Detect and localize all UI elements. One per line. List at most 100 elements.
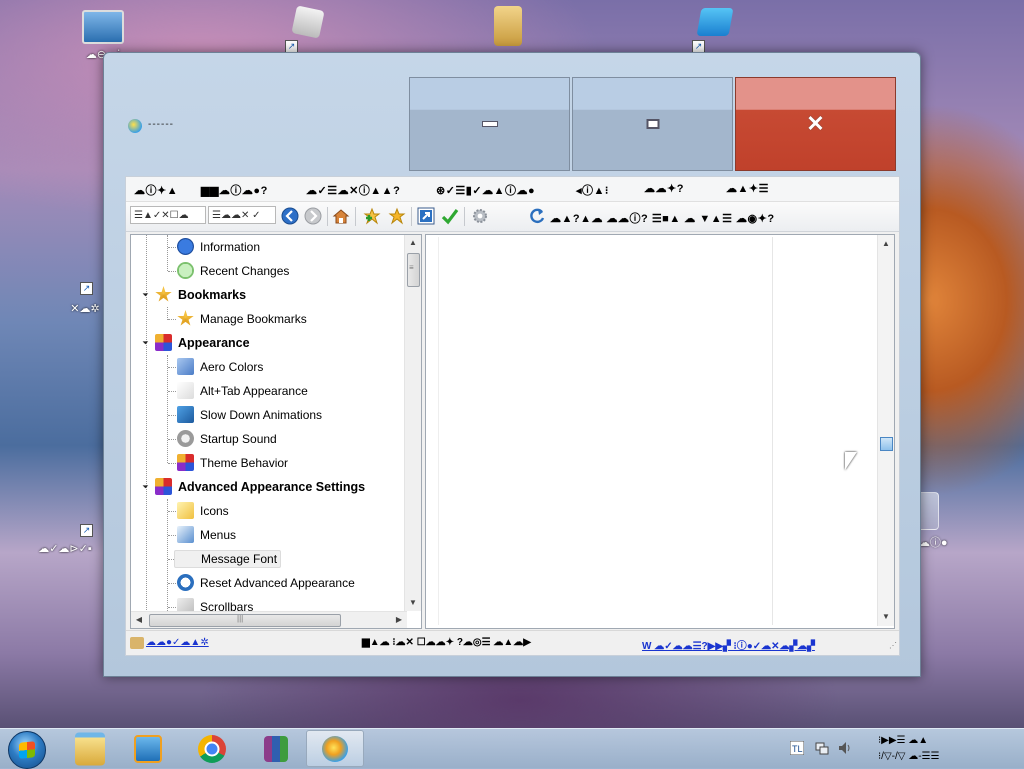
desktop-icon-shortcut-1[interactable]: ↗ — [273, 5, 343, 53]
volume-icon[interactable] — [838, 741, 852, 755]
tree-item-alt-tab-appearance[interactable]: Alt+Tab Appearance — [131, 379, 407, 403]
scroll-down-arrow-icon[interactable]: ▼ — [405, 595, 421, 611]
folder-icon — [75, 732, 105, 765]
taskbar-media-player[interactable] — [119, 730, 177, 767]
collapse-arrow-icon[interactable] — [139, 479, 149, 489]
menu-item-3[interactable]: ☁✓☰☁✕ⓘ▲▲? — [306, 182, 400, 198]
desktop-icon-shortcut-2[interactable]: ↗ — [680, 8, 750, 53]
shortcut-icon[interactable] — [417, 207, 435, 225]
checkmark-icon[interactable] — [441, 207, 459, 225]
computer-icon — [82, 10, 124, 44]
tree-connector — [168, 511, 176, 512]
desktop-icon-left-low[interactable]: ↗ ☁✓☁⊳✓▪ — [30, 520, 100, 555]
desktop-icon-label: ▪☁ⓘ● — [915, 537, 948, 549]
scroll-right-arrow-icon[interactable]: ▶ — [391, 612, 407, 628]
appearance-icon — [155, 334, 172, 351]
grip-icon: ≡ — [409, 263, 414, 272]
tree-vertical-scrollbar[interactable]: ▲ ≡ ▼ — [404, 235, 421, 611]
menu-item-4[interactable]: ⊛✓☰▮✓☁▲ⓘ☁● — [436, 182, 535, 198]
tree-connector — [168, 367, 176, 368]
tree-item-bookmarks[interactable]: Bookmarks — [131, 283, 407, 307]
scroll-up-arrow-icon[interactable]: ▲ — [405, 235, 421, 251]
tree-item-startup-sound[interactable]: Startup Sound — [131, 427, 407, 451]
sound-icon — [177, 430, 194, 447]
aero-colors-icon — [177, 358, 194, 375]
scroll-left-arrow-icon[interactable]: ◀ — [131, 612, 147, 628]
tree-item-label: Message Font — [174, 550, 282, 568]
tree-item-label: Manage Bookmarks — [200, 312, 307, 326]
menu-item-2[interactable]: ▆▆☁ⓘ☁●? — [201, 182, 268, 198]
content-vertical-scrollbar[interactable]: ▲ ▼ — [877, 235, 894, 626]
close-button[interactable]: ✕ — [735, 77, 896, 171]
minimize-button[interactable] — [409, 77, 570, 171]
desktop-icon-recycle-bin[interactable]: ▪☁ⓘ● — [915, 492, 985, 550]
language-icon[interactable]: TL — [790, 741, 804, 755]
tree-item-label: Advanced Appearance Settings — [178, 480, 366, 494]
taskbar-chrome[interactable] — [183, 730, 241, 767]
tree-item-information[interactable]: Information — [131, 235, 407, 259]
desktop-icon-user-folder[interactable] — [473, 6, 543, 46]
scroll-thumb[interactable] — [880, 437, 893, 451]
star-icon — [155, 286, 172, 302]
collapse-arrow-icon[interactable] — [139, 287, 149, 297]
start-button[interactable] — [8, 731, 46, 769]
forward-icon[interactable] — [304, 207, 322, 225]
menu-item-1[interactable]: ☁ⓘ✦▲ — [134, 182, 178, 198]
menu-item-7[interactable]: ☁▲✦☰ — [726, 182, 769, 195]
clock-date: ⁝/▽-/▽ ☁-☰☰ — [878, 751, 940, 762]
tree-view[interactable]: Information Recent Changes Bookmarks Manage… — [130, 234, 422, 629]
add-bookmark-icon[interactable] — [363, 207, 381, 225]
filter-dropdown[interactable]: ☰☁☁✕ ✓ — [208, 206, 276, 224]
menu-item-5[interactable]: ◂ⓘ▲⁝ — [576, 182, 609, 198]
maximize-button[interactable] — [572, 77, 733, 171]
taskbar-explorer[interactable] — [61, 730, 119, 767]
network-icon[interactable] — [815, 741, 829, 755]
tree-horizontal-scrollbar[interactable]: ◀ ||| ▶ — [131, 611, 407, 628]
home-icon[interactable] — [332, 207, 350, 225]
clock-time: ⁝▶▶☰ ☁▲ — [878, 735, 929, 746]
system-clock[interactable]: ⁝▶▶☰ ☁▲ ⁝/▽-/▽ ☁-☰☰ — [878, 733, 939, 765]
taskbar-tweaker-active[interactable] — [306, 730, 364, 767]
taskbar: TL ⁝▶▶☰ ☁▲ ⁝/▽-/▽ ☁-☰☰ — [0, 728, 1024, 769]
tree-item-manage-bookmarks[interactable]: Manage Bookmarks — [131, 307, 407, 331]
status-right-link[interactable]: W ☁✓☁☁☰?▶▶▞ ⁝ⓘ●✓☁✕☁▞☁▞ — [642, 637, 815, 652]
scroll-thumb[interactable] — [149, 614, 341, 627]
settings-gear-icon[interactable] — [471, 207, 489, 225]
tree-connector — [168, 391, 176, 392]
content-panel[interactable]: ▲ ▼ — [425, 234, 895, 629]
tree-item-slow-down-animations[interactable]: Slow Down Animations — [131, 403, 407, 427]
tree-item-label: Menus — [200, 528, 237, 542]
tree-item-label: Appearance — [178, 336, 250, 350]
tree-item-message-font[interactable]: Message Font — [131, 547, 407, 571]
tree-item-label: Icons — [200, 504, 229, 518]
tree-item-menus[interactable]: Menus — [131, 523, 407, 547]
windows-logo-icon — [19, 741, 35, 759]
icons-icon — [177, 502, 194, 519]
tree-item-recent-changes[interactable]: Recent Changes — [131, 259, 407, 283]
reset-icon[interactable] — [528, 207, 546, 225]
tree-item-advanced-appearance-settings[interactable]: Advanced Appearance Settings — [131, 475, 407, 499]
window-title: ------ — [148, 119, 174, 130]
toolbar-description: ☁▲?▲☁ ☁☁ⓘ? ☰■▲ ☁ ▼▲☰ ☁◉✦? — [550, 213, 775, 225]
back-icon[interactable] — [281, 207, 299, 225]
tree-connector — [168, 319, 176, 320]
star-icon[interactable] — [388, 207, 406, 225]
user-folder-icon — [494, 6, 522, 46]
svg-text:TL: TL — [792, 744, 803, 754]
scroll-down-arrow-icon[interactable]: ▼ — [878, 609, 894, 625]
tree-item-aero-colors[interactable]: Aero Colors — [131, 355, 407, 379]
status-left-link[interactable]: ☁☁●✓☁▲✲ — [146, 637, 209, 648]
tree-item-icons[interactable]: Icons — [131, 499, 407, 523]
resize-grip-icon[interactable]: ⋰ — [889, 641, 897, 650]
scroll-up-arrow-icon[interactable]: ▲ — [878, 236, 894, 252]
collapse-arrow-icon[interactable] — [139, 335, 149, 345]
tree-item-reset-advanced-appearance[interactable]: Reset Advanced Appearance — [131, 571, 407, 595]
taskbar-archive[interactable] — [247, 730, 305, 767]
tree-item-appearance[interactable]: Appearance — [131, 331, 407, 355]
mouse-cursor-icon — [845, 452, 857, 470]
tree-item-theme-behavior[interactable]: Theme Behavior — [131, 451, 407, 475]
menu-item-6[interactable]: ☁☁✦? — [644, 182, 684, 195]
search-input[interactable]: ☰▲✓✕☐☁ — [130, 206, 206, 224]
app-icon — [291, 5, 325, 39]
shortcut-arrow-icon: ↗ — [80, 282, 93, 295]
